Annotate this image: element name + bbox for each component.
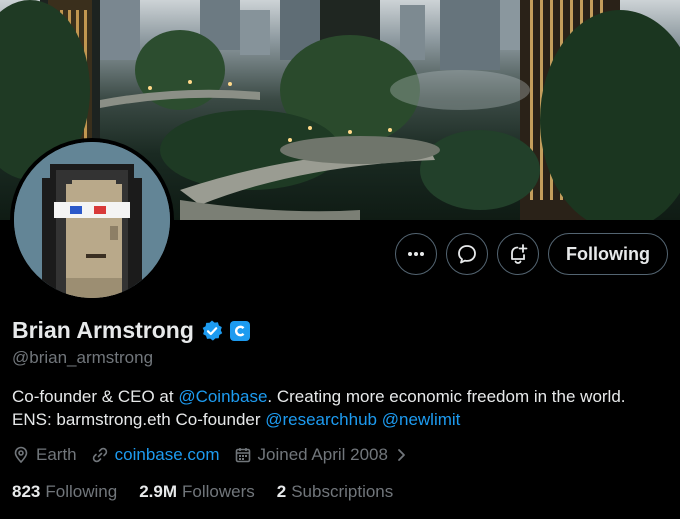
more-icon bbox=[408, 252, 424, 256]
following-stat[interactable]: 823 Following bbox=[12, 482, 117, 502]
bio-line-2: ENS: barmstrong.eth Co-founder @research… bbox=[12, 408, 672, 431]
mention-newlimit[interactable]: @newlimit bbox=[382, 410, 461, 429]
avatar[interactable] bbox=[10, 138, 174, 302]
profile-meta: Earth coinbase.com Joined April 2008 bbox=[12, 445, 428, 465]
location: Earth bbox=[12, 445, 77, 465]
following-button[interactable]: Following bbox=[548, 233, 668, 275]
subscriptions-label: Subscriptions bbox=[291, 482, 394, 501]
bio-text: Co-founder & CEO at bbox=[12, 387, 179, 406]
profile-stats: 823 Following 2.9M Followers 2 Subscript… bbox=[12, 482, 415, 502]
followers-label: Followers bbox=[181, 482, 255, 501]
followers-stat[interactable]: 2.9M Followers bbox=[139, 482, 255, 502]
handle: @brian_armstrong bbox=[12, 348, 154, 367]
joined-text: Joined April 2008 bbox=[257, 445, 388, 464]
subscriptions-stat[interactable]: 2 Subscriptions bbox=[277, 482, 394, 502]
website-link[interactable]: coinbase.com bbox=[115, 445, 220, 465]
avatar-image bbox=[14, 142, 170, 298]
followers-count: 2.9M bbox=[139, 482, 177, 501]
website: coinbase.com bbox=[91, 445, 220, 465]
location-text: Earth bbox=[36, 445, 77, 464]
display-name: Brian Armstrong bbox=[12, 317, 194, 343]
bio-text: . Creating more economic freedom in the … bbox=[267, 387, 626, 406]
mention-coinbase[interactable]: @Coinbase bbox=[178, 387, 267, 406]
coinbase-badge-icon[interactable] bbox=[229, 320, 250, 341]
subscriptions-count: 2 bbox=[276, 482, 287, 501]
chevron-right-icon bbox=[398, 449, 405, 461]
link-icon bbox=[92, 447, 107, 463]
mention-researchhub[interactable]: @researchhub bbox=[265, 410, 377, 429]
bio: Co-founder & CEO at @Coinbase. Creating … bbox=[12, 385, 672, 431]
message-icon bbox=[458, 245, 476, 264]
bio-text: ENS: barmstrong.eth Co-founder bbox=[12, 410, 266, 429]
bell-plus-icon bbox=[511, 244, 528, 264]
message-button[interactable] bbox=[446, 233, 488, 275]
following-count: 823 bbox=[12, 482, 41, 501]
location-pin-icon bbox=[14, 446, 28, 464]
following-label: Following bbox=[45, 482, 118, 501]
name-row: Brian Armstrong bbox=[12, 317, 250, 344]
calendar-icon bbox=[235, 448, 250, 463]
notifications-button[interactable] bbox=[497, 233, 539, 275]
joined-date[interactable]: Joined April 2008 bbox=[234, 445, 414, 465]
bio-line-1: Co-founder & CEO at @Coinbase. Creating … bbox=[12, 385, 672, 408]
more-button[interactable] bbox=[395, 233, 437, 275]
verified-badge-icon[interactable] bbox=[200, 319, 224, 343]
